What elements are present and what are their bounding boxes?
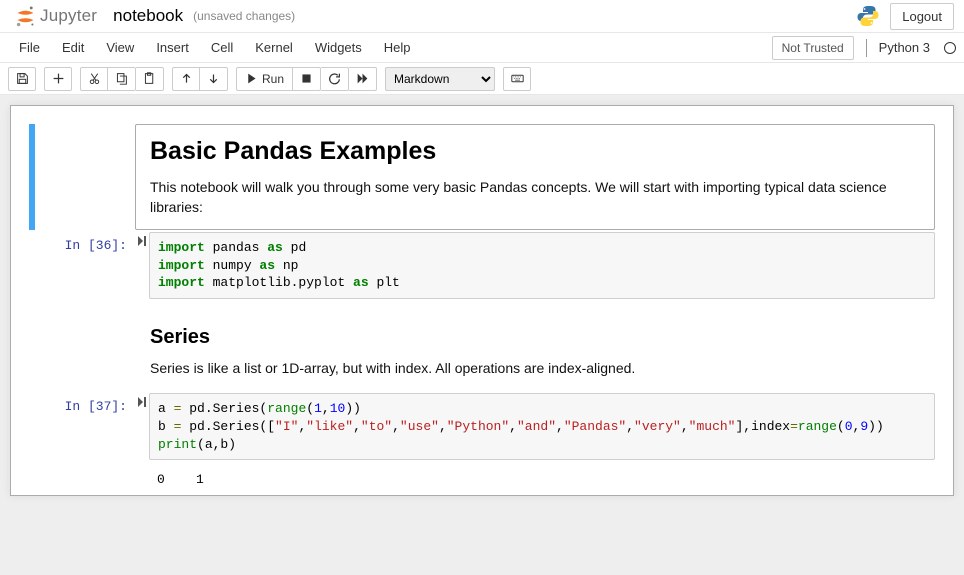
- plus-icon: [52, 72, 65, 85]
- kernel-status-icon: [944, 42, 956, 54]
- copy-button[interactable]: [108, 67, 136, 91]
- save-icon: [16, 72, 29, 85]
- cut-button[interactable]: [80, 67, 108, 91]
- divider: [866, 39, 867, 57]
- logout-button[interactable]: Logout: [890, 3, 954, 30]
- run-label: Run: [262, 72, 284, 86]
- cell-collapser[interactable]: [135, 393, 149, 460]
- markdown-cell[interactable]: Series Series is like a list or 1D-array…: [29, 307, 935, 392]
- add-cell-button[interactable]: [44, 67, 72, 91]
- cell-type-select[interactable]: Markdown: [385, 67, 495, 91]
- restart-button[interactable]: [321, 67, 349, 91]
- code-input[interactable]: import pandas as pd import numpy as np i…: [149, 232, 935, 299]
- cell-prompt: [35, 124, 135, 230]
- notebook-name[interactable]: notebook: [113, 6, 183, 26]
- heading-1: Basic Pandas Examples: [150, 137, 920, 166]
- paste-icon: [143, 72, 156, 85]
- code-cell[interactable]: In [37]: a = pd.Series(range(1,10)) b = …: [29, 393, 935, 460]
- output-cell: 0 1: [29, 468, 935, 487]
- cut-icon: [88, 72, 101, 85]
- jupyter-icon: [14, 5, 37, 28]
- menubar: File Edit View Insert Cell Kernel Widget…: [0, 33, 964, 63]
- unsaved-indicator: (unsaved changes): [193, 9, 295, 23]
- paste-button[interactable]: [136, 67, 164, 91]
- notebook: Basic Pandas Examples This notebook will…: [10, 105, 954, 496]
- arrow-up-icon: [180, 72, 193, 85]
- kernel-name[interactable]: Python 3: [879, 40, 932, 55]
- restart-icon: [328, 72, 341, 85]
- markdown-rendered[interactable]: Basic Pandas Examples This notebook will…: [135, 124, 935, 230]
- toolbar: Run Markdown: [0, 63, 964, 95]
- menu-kernel[interactable]: Kernel: [244, 36, 304, 59]
- keyboard-icon: [511, 72, 524, 85]
- command-palette-button[interactable]: [503, 67, 531, 91]
- heading-2: Series: [150, 326, 920, 349]
- menu-help[interactable]: Help: [373, 36, 422, 59]
- interrupt-button[interactable]: [293, 67, 321, 91]
- fast-forward-icon: [356, 72, 369, 85]
- code-cell[interactable]: In [36]: import pandas as pd import nump…: [29, 232, 935, 299]
- arrow-down-icon: [207, 72, 220, 85]
- markdown-rendered[interactable]: Series Series is like a list or 1D-array…: [135, 307, 935, 392]
- cell-output: 0 1: [149, 468, 935, 487]
- step-forward-icon: [138, 236, 146, 246]
- cell-prompt: In [37]:: [35, 393, 135, 460]
- move-down-button[interactable]: [200, 67, 228, 91]
- play-icon: [245, 72, 258, 85]
- jupyter-logo-text: Jupyter: [40, 6, 97, 26]
- copy-icon: [115, 72, 128, 85]
- cell-prompt: In [36]:: [35, 232, 135, 299]
- menu-edit[interactable]: Edit: [51, 36, 95, 59]
- menu-cell[interactable]: Cell: [200, 36, 244, 59]
- move-up-button[interactable]: [172, 67, 200, 91]
- paragraph: This notebook will walk you through some…: [150, 178, 920, 217]
- run-button[interactable]: Run: [236, 67, 293, 91]
- save-button[interactable]: [8, 67, 36, 91]
- restart-run-all-button[interactable]: [349, 67, 377, 91]
- step-forward-icon: [138, 397, 146, 407]
- cell-collapser[interactable]: [135, 232, 149, 299]
- paragraph: Series is like a list or 1D-array, but w…: [150, 359, 920, 379]
- menu-widgets[interactable]: Widgets: [304, 36, 373, 59]
- cell-collapser: [135, 468, 149, 487]
- markdown-cell[interactable]: Basic Pandas Examples This notebook will…: [29, 124, 935, 230]
- notebook-container: Basic Pandas Examples This notebook will…: [0, 95, 964, 575]
- cell-prompt: [35, 307, 135, 392]
- code-input[interactable]: a = pd.Series(range(1,10)) b = pd.Series…: [149, 393, 935, 460]
- cell-prompt: [35, 468, 135, 487]
- stop-icon: [300, 72, 313, 85]
- python-icon: [856, 4, 880, 28]
- menu-insert[interactable]: Insert: [145, 36, 200, 59]
- jupyter-logo[interactable]: Jupyter: [14, 5, 97, 28]
- menu-file[interactable]: File: [8, 36, 51, 59]
- app-header: Jupyter notebook (unsaved changes) Logou…: [0, 0, 964, 33]
- trust-button[interactable]: Not Trusted: [772, 36, 854, 60]
- menu-view[interactable]: View: [95, 36, 145, 59]
